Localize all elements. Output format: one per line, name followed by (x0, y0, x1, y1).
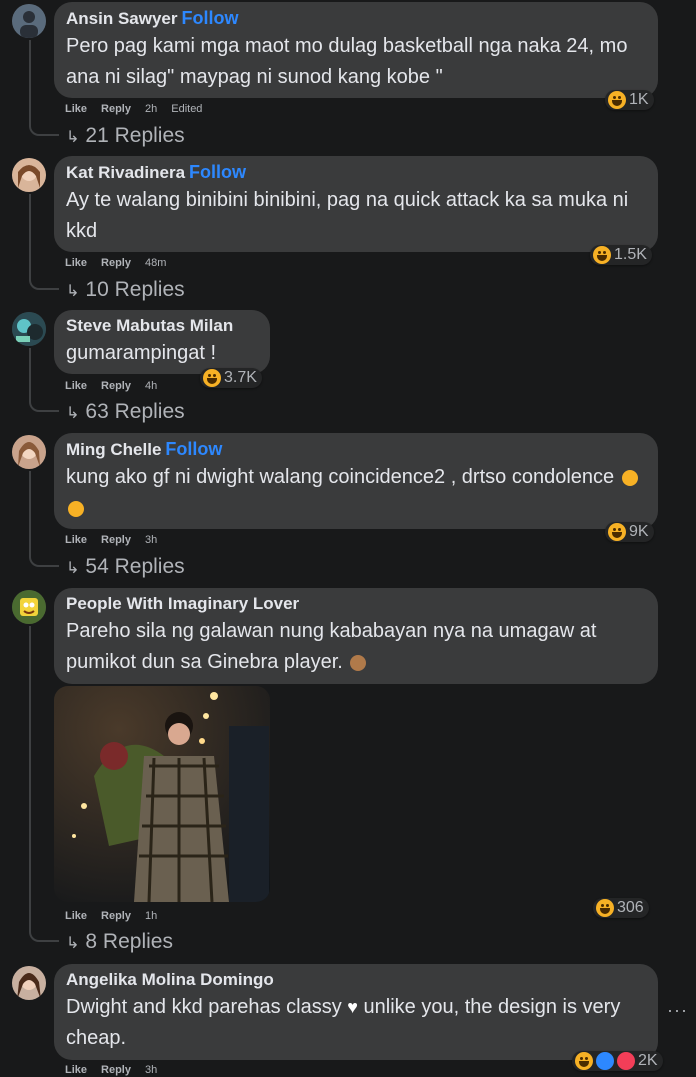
like-button[interactable]: Like (65, 103, 87, 115)
author-name[interactable]: Angelika Molina Domingo (66, 970, 274, 989)
view-replies-button[interactable]: ↳ 54 Replies (66, 555, 185, 579)
comment-actions: Like Reply 3h (65, 1064, 171, 1076)
reply-button[interactable]: Reply (101, 910, 131, 922)
edited-label: Edited (171, 103, 203, 115)
follow-button[interactable]: Follow (182, 8, 239, 28)
view-replies-button[interactable]: ↳ 8 Replies (66, 930, 173, 954)
comment-bubble: Ansin Sawyer Follow Pero pag kami mga mao… (54, 2, 658, 98)
comment-text: Dwight and kkd parehas classy (66, 996, 342, 1018)
follow-button[interactable]: Follow (189, 162, 246, 182)
comment-actions: Like Reply 2h Edited (65, 103, 216, 115)
like-button[interactable]: Like (65, 910, 87, 922)
comment-actions: Like Reply 1h (65, 910, 171, 922)
reply-button[interactable]: Reply (101, 103, 131, 115)
haha-emoji-icon (575, 1052, 593, 1070)
reply-button[interactable]: Reply (101, 534, 131, 546)
avatar[interactable] (12, 590, 46, 624)
see-no-evil-monkey-icon (350, 654, 367, 671)
avatar[interactable] (12, 158, 46, 192)
timestamp[interactable]: 2h (145, 103, 157, 115)
avatar[interactable] (12, 312, 46, 346)
like-reaction-icon (596, 1052, 614, 1070)
haha-emoji-icon (608, 91, 626, 109)
view-replies-button[interactable]: ↳ 10 Replies (66, 278, 185, 302)
like-button[interactable]: Like (65, 1064, 87, 1076)
haha-emoji-icon (608, 523, 626, 541)
author-name[interactable]: Steve Mabutas Milan (66, 316, 233, 335)
reply-arrow-icon: ↳ (66, 405, 80, 422)
timestamp[interactable]: 3h (145, 534, 157, 546)
comment-actions: Like Reply 4h (65, 380, 171, 392)
timestamp[interactable]: 4h (145, 380, 157, 392)
reaction-count[interactable]: 2K (572, 1051, 663, 1071)
like-button[interactable]: Like (65, 380, 87, 392)
author-name[interactable]: Ming Chelle (66, 440, 161, 459)
reaction-count[interactable]: 306 (593, 898, 649, 918)
comment-photo[interactable] (54, 686, 270, 902)
author-name[interactable]: Ansin Sawyer (66, 9, 178, 28)
haha-emoji-icon (621, 469, 638, 486)
haha-emoji-icon (203, 369, 221, 387)
reply-button[interactable]: Reply (101, 257, 131, 269)
heart-icon: ♥ (347, 997, 358, 1017)
view-replies-button[interactable]: ↳ 63 Replies (66, 400, 185, 424)
comment-text: gumarampingat ! (66, 342, 217, 364)
reaction-count[interactable]: 9K (605, 522, 654, 542)
more-dots-icon[interactable]: ··· (667, 1000, 688, 1021)
author-name[interactable]: People With Imaginary Lover (66, 594, 299, 613)
like-button[interactable]: Like (65, 534, 87, 546)
comment-actions: Like Reply 48m (65, 257, 180, 269)
grin-emoji-icon (68, 500, 84, 517)
timestamp[interactable]: 3h (145, 1064, 157, 1076)
comment-text: Pareho sila ng galawan nung kababayan ny… (66, 620, 597, 673)
haha-emoji-icon (593, 246, 611, 264)
reply-button[interactable]: Reply (101, 380, 131, 392)
view-replies-button[interactable]: ↳ 21 Replies (66, 124, 185, 148)
comment-text: kung ako gf ni dwight walang coincidence… (66, 466, 615, 488)
reaction-count[interactable]: 1.5K (590, 245, 652, 265)
comment-bubble: Kat Rivadinera Follow Ay te walang binibi… (54, 156, 658, 252)
heart-reaction-icon (617, 1052, 635, 1070)
comment-bubble: Steve Mabutas Milan gumarampingat ! (54, 310, 270, 374)
author-name[interactable]: Kat Rivadinera (66, 163, 185, 182)
comment-bubble: Angelika Molina Domingo Dwight and kkd p… (54, 964, 658, 1060)
comment-bubble: Ming Chelle Follow kung ako gf ni dwight … (54, 433, 658, 529)
comment-text: Pero pag kami mga maot mo dulag basketba… (66, 35, 628, 88)
follow-button[interactable]: Follow (165, 439, 222, 459)
avatar[interactable] (12, 966, 46, 1000)
timestamp[interactable]: 48m (145, 257, 166, 269)
avatar[interactable] (12, 435, 46, 469)
reply-button[interactable]: Reply (101, 1064, 131, 1076)
avatar[interactable] (12, 4, 46, 38)
reaction-count[interactable]: 3.7K (200, 368, 262, 388)
reply-arrow-icon: ↳ (66, 283, 80, 300)
reply-arrow-icon: ↳ (66, 935, 80, 952)
timestamp[interactable]: 1h (145, 910, 157, 922)
comment-text: Ay te walang binibini binibini, pag na q… (66, 189, 629, 242)
haha-emoji-icon (596, 899, 614, 917)
comment-bubble: People With Imaginary Lover Pareho sila … (54, 588, 658, 684)
reply-arrow-icon: ↳ (66, 560, 80, 577)
reaction-count[interactable]: 1K (605, 90, 654, 110)
comment-actions: Like Reply 3h (65, 534, 171, 546)
like-button[interactable]: Like (65, 257, 87, 269)
reply-arrow-icon: ↳ (66, 129, 80, 146)
